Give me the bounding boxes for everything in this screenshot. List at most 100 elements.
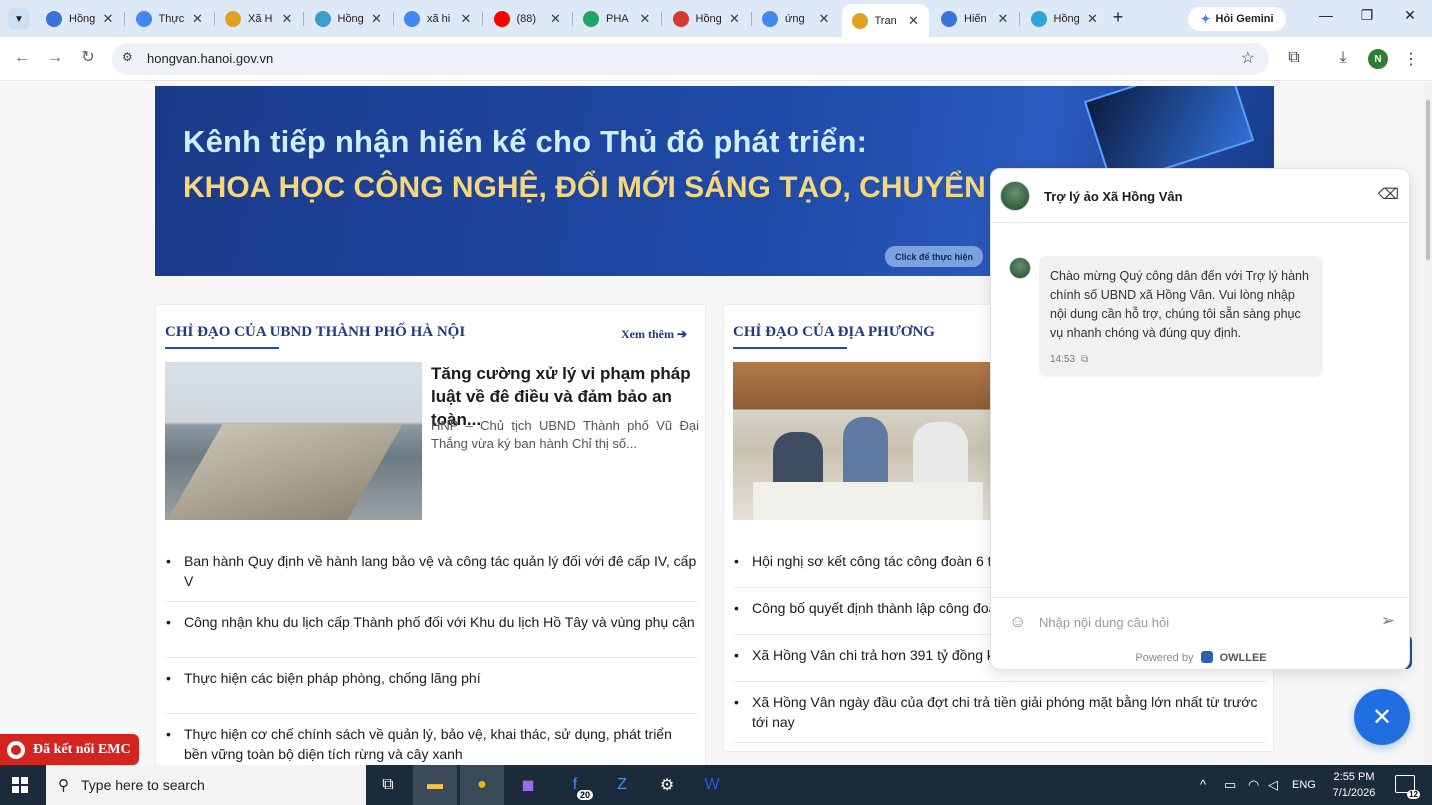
close-tab-icon[interactable]: ✕ xyxy=(549,11,563,27)
zalo-icon[interactable]: Z xyxy=(600,765,644,805)
close-window-icon[interactable]: ✕ xyxy=(1400,7,1420,24)
tab-search-button[interactable]: ▼ xyxy=(8,8,30,30)
message-time: 14:53 xyxy=(1050,354,1076,365)
close-chat-button[interactable]: ✕ xyxy=(1354,689,1410,745)
back-arrow-icon[interactable]: ← xyxy=(12,48,32,68)
chrome-icon[interactable]: ● xyxy=(460,765,504,805)
close-tab-icon[interactable]: ✕ xyxy=(191,11,205,27)
minimize-icon[interactable]: — xyxy=(1316,7,1336,23)
clear-chat-eraser-icon[interactable]: ⌫ xyxy=(1378,185,1399,203)
browser-tab[interactable]: PHA ✕ xyxy=(573,6,660,32)
emc-label: Đã kết nối EMC xyxy=(33,741,131,757)
close-tab-icon[interactable]: ✕ xyxy=(996,11,1010,27)
clock-time: 2:55 PM xyxy=(1333,771,1375,783)
reload-icon[interactable]: ↻ xyxy=(78,48,98,68)
browser-tab[interactable]: Hồng ✕ xyxy=(305,6,392,32)
banner-cta-button[interactable]: Click để thực hiện xyxy=(885,246,983,267)
bot-message-text: Chào mừng Quý công dân đến với Trợ lý hà… xyxy=(1050,269,1309,340)
see-more-link[interactable]: Xem thêm ➔ xyxy=(621,327,687,342)
browser-tab[interactable]: xã hi ✕ xyxy=(394,6,481,32)
browser-toolbar: ← → ↻ ⚙ hongvan.hanoi.gov.vn ☆ ⧉ ⤓ N ⋮ xyxy=(0,37,1432,81)
settings-gear-icon[interactable]: ⚙ xyxy=(645,765,689,805)
featured-news-image[interactable] xyxy=(733,362,990,520)
tab-title: Hồng xyxy=(69,13,96,25)
restore-icon[interactable]: ❐ xyxy=(1357,7,1377,24)
browser-tab[interactable]: (88) ✕ xyxy=(484,6,571,32)
close-tab-icon[interactable]: ✕ xyxy=(728,11,742,27)
close-tab-icon[interactable]: ✕ xyxy=(638,11,652,27)
arrow-right-icon: ➔ xyxy=(676,327,687,341)
extensions-icon[interactable]: ⧉ xyxy=(1284,49,1304,67)
copy-icon[interactable]: ⧉ xyxy=(1081,354,1088,365)
notification-center-icon[interactable]: 12 xyxy=(1395,775,1420,799)
chat-widget: Trợ lý ảo Xã Hồng Vân ⌫ Chào mừng Quý cô… xyxy=(990,168,1410,670)
emc-status-badge[interactable]: Đã kết nối EMC xyxy=(0,734,139,765)
chat-input-row: ☺ ➢ xyxy=(991,597,1409,647)
browser-tab[interactable]: Hồng ✕ xyxy=(36,6,123,32)
featured-news-image[interactable] xyxy=(165,362,422,520)
browser-tab[interactable]: Hồng ✕ xyxy=(1021,6,1108,32)
drive-icon xyxy=(583,11,599,27)
show-hidden-icons-chevron-icon[interactable]: ^ xyxy=(1200,777,1206,792)
windows-start-icon[interactable] xyxy=(12,777,28,793)
close-tab-icon[interactable]: ✕ xyxy=(1086,11,1100,27)
banner-line-1: Kênh tiếp nhận hiến kế cho Thủ đô phát t… xyxy=(183,124,868,159)
tab-title: PHA xyxy=(606,13,629,25)
taskbar-clock[interactable]: 2:55 PM 7/1/2026 xyxy=(1328,769,1380,801)
browser-tab[interactable]: Thực ✕ xyxy=(126,6,213,32)
url-text[interactable]: hongvan.hanoi.gov.vn xyxy=(147,51,273,66)
tab-title: Hồng xyxy=(695,13,722,25)
browser-tab[interactable]: ứng ✕ xyxy=(752,6,839,32)
browser-tab[interactable]: Hiến ✕ xyxy=(931,6,1018,32)
emoji-icon[interactable]: ☺ xyxy=(1009,612,1026,632)
forward-arrow-icon[interactable]: → xyxy=(45,48,65,68)
download-icon[interactable]: ⤓ xyxy=(1333,49,1353,67)
tab-title: (88) xyxy=(516,13,537,25)
news-item[interactable]: Ban hành Quy định về hành lang bảo vệ và… xyxy=(165,541,698,602)
tab-title: Thực xyxy=(158,13,185,25)
language-indicator[interactable]: ENG xyxy=(1292,779,1316,791)
news-item[interactable]: Thực hiện các biện pháp phòng, chống lãn… xyxy=(165,658,698,714)
facebook-icon[interactable]: f 20 xyxy=(553,765,597,805)
powered-by-brand[interactable]: OWLLEE xyxy=(1220,652,1267,664)
battery-icon[interactable]: ▭ xyxy=(1224,777,1236,793)
search-icon: ⚲ xyxy=(58,777,69,794)
news-item[interactable]: Công nhận khu du lịch cấp Thành phố đối … xyxy=(165,602,698,658)
profile-avatar[interactable]: N xyxy=(1368,49,1388,69)
word-icon[interactable]: W xyxy=(690,765,734,805)
banner-line-2: KHOA HỌC CÔNG NGHỆ, ĐỔI MỚI SÁNG TẠO, CH… xyxy=(183,171,1100,204)
file-explorer-icon[interactable]: ▬ xyxy=(413,765,457,805)
chat-question-input[interactable] xyxy=(1039,610,1359,634)
menu-kebab-icon[interactable]: ⋮ xyxy=(1401,49,1421,69)
wifi-icon[interactable]: ◠ xyxy=(1248,777,1259,793)
browser-tab[interactable]: Tran ✕ xyxy=(841,4,929,37)
emc-logo-icon xyxy=(7,740,25,759)
tab-title: Tran xyxy=(874,14,897,27)
bot-avatar xyxy=(1000,181,1030,211)
address-bar[interactable]: ⚙ hongvan.hanoi.gov.vn ☆ xyxy=(112,43,1269,75)
news-item[interactable]: Xã Hồng Vân ngày đầu của đợt chi trả tiề… xyxy=(733,682,1266,743)
bookmark-star-icon[interactable]: ☆ xyxy=(1241,48,1255,68)
close-tab-icon[interactable]: ✕ xyxy=(101,11,115,27)
taskbar-search-box[interactable]: ⚲ Type here to search xyxy=(46,765,366,805)
ask-gemini-button[interactable]: ✦ Hỏi Gemini xyxy=(1188,7,1286,31)
emblem-red-icon xyxy=(672,11,689,27)
close-tab-icon[interactable]: ✕ xyxy=(907,13,921,29)
close-tab-icon[interactable]: ✕ xyxy=(459,11,473,27)
powered-by-label: Powered by xyxy=(1135,652,1194,664)
section-title: CHỈ ĐẠO CỦA UBND THÀNH PHỐ HÀ NỘI xyxy=(165,324,466,340)
browser-tab[interactable]: Hồng ✕ xyxy=(663,6,750,32)
news-item[interactable]: Thực hiện cơ chế chính sách về quản lý, … xyxy=(165,714,698,765)
scrollbar-thumb[interactable] xyxy=(1426,100,1430,260)
volume-mute-icon[interactable]: ◁ xyxy=(1268,777,1278,793)
task-view-icon[interactable]: ⧉ xyxy=(366,765,410,805)
close-tab-icon[interactable]: ✕ xyxy=(817,11,831,27)
new-tab-button[interactable]: + xyxy=(1108,8,1128,28)
close-tab-icon[interactable]: ✕ xyxy=(280,11,294,27)
site-settings-icon[interactable]: ⚙ xyxy=(122,50,133,64)
google-icon xyxy=(404,11,420,27)
close-tab-icon[interactable]: ✕ xyxy=(370,11,384,27)
app-icon[interactable]: ◼ xyxy=(506,765,550,805)
browser-tab[interactable]: Xã H ✕ xyxy=(215,6,302,32)
send-icon[interactable]: ➢ xyxy=(1381,611,1395,631)
